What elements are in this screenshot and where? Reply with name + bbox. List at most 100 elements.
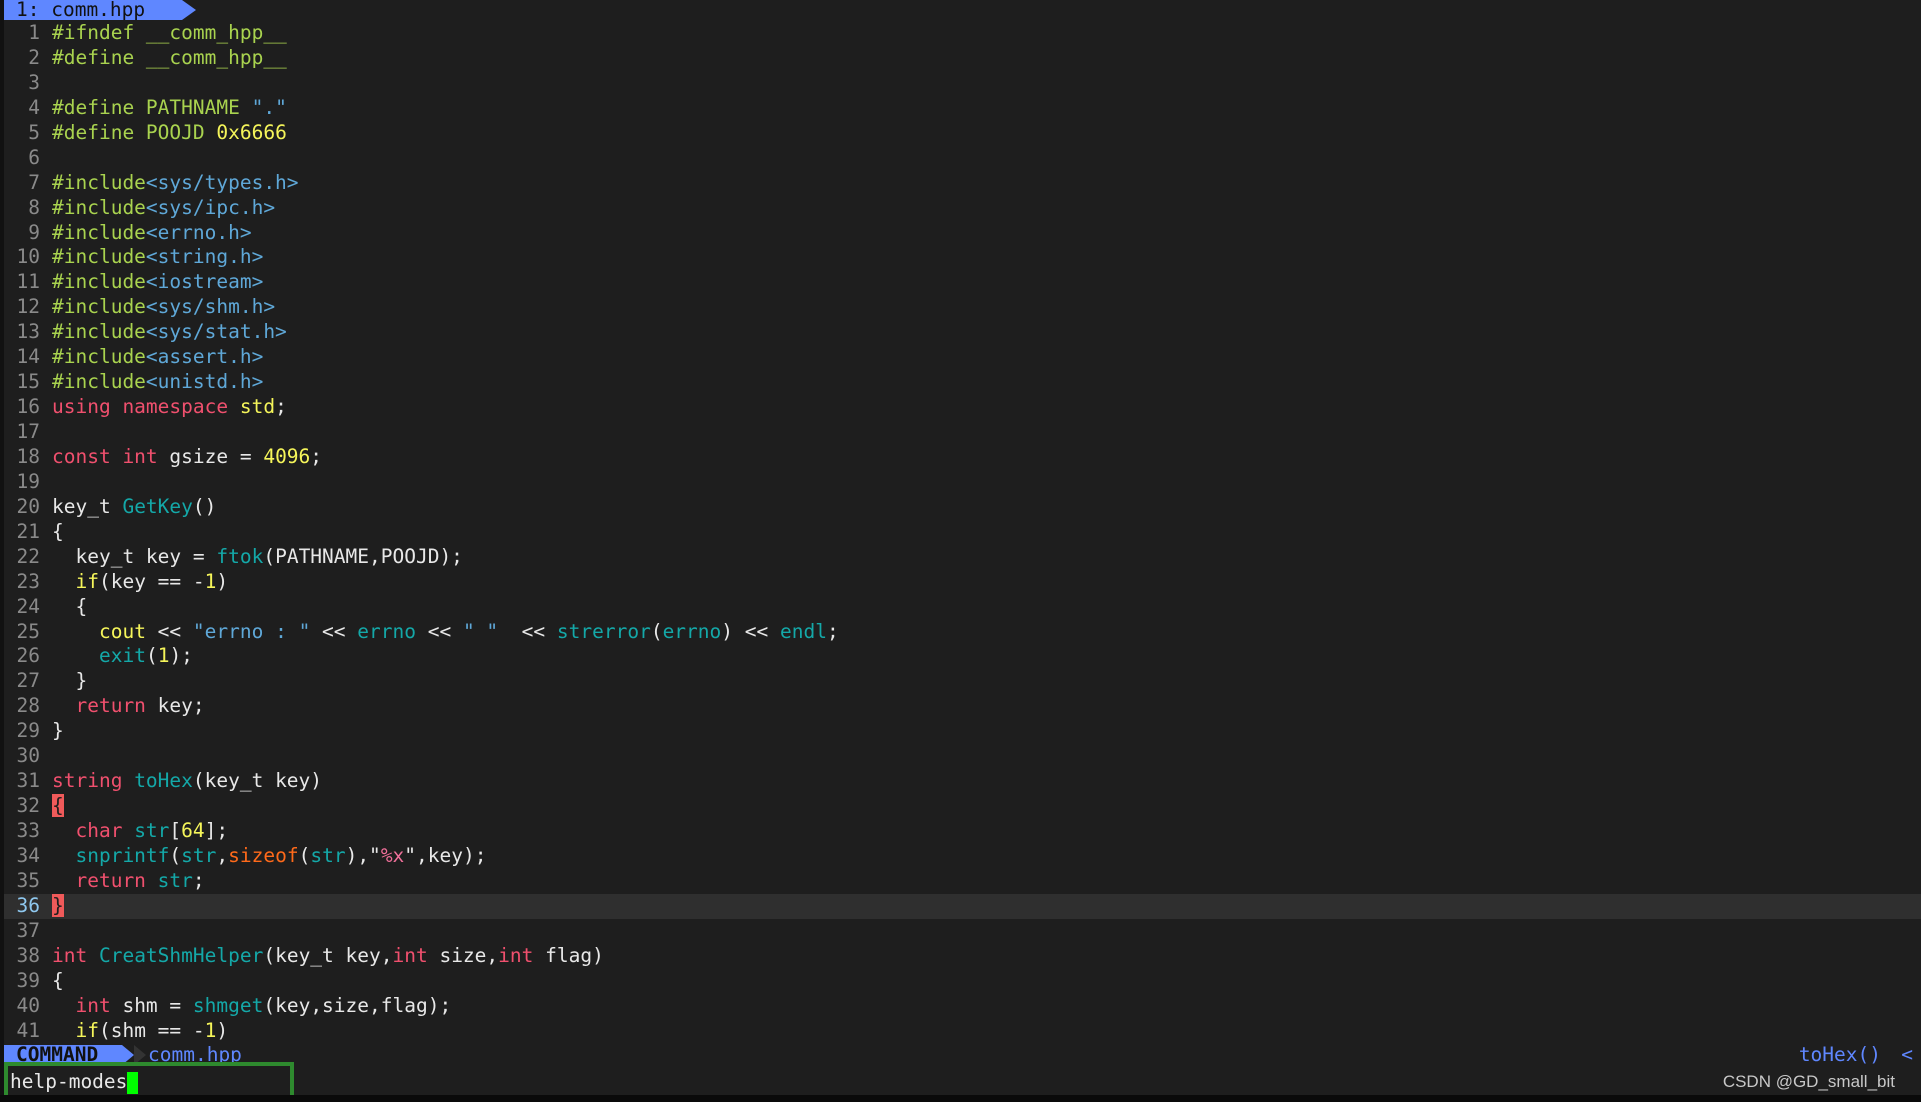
code-line[interactable]: 14 #include<assert.h> [4,345,1921,370]
code-token: { [52,968,64,992]
code-token: str [310,843,346,867]
code-token: int [52,943,99,967]
code-token: int [392,943,440,967]
code-line[interactable]: 31 string toHex(key_t key) [4,769,1921,794]
code-line[interactable]: 32 { [4,794,1921,819]
code-token: #include [52,345,146,369]
line-number: 27 [16,669,40,693]
code-line[interactable]: 17 [4,420,1921,445]
code-token: ; [275,395,287,419]
code-token: int [498,943,546,967]
command-text: help-modes [10,1070,128,1093]
code-line[interactable]: 18 const int gsize = 4096; [4,445,1921,470]
code-token: <iostream> [145,270,264,294]
code-line[interactable]: 37 [4,919,1921,944]
code-line[interactable]: 21 { [4,520,1921,545]
line-number: 17 [16,420,40,443]
code-line[interactable]: 3 [4,71,1921,96]
code-line[interactable]: 22 key_t key = ftok(PATHNAME,POOJD); [4,545,1921,570]
code-line[interactable]: 27 } [4,669,1921,694]
code-line[interactable]: 40 int shm = shmget(key,size,flag); [4,994,1921,1019]
code-token: (PATHNAME,POOJD); [263,544,463,568]
line-number: 15 [16,370,40,394]
code-line[interactable]: 33 char str[64]; [4,819,1921,844]
code-token: ; [826,619,839,643]
code-token: (key,size,flag); [263,993,452,1017]
code-line[interactable]: 39 { [4,969,1921,994]
code-line[interactable]: 7 #include<sys/types.h> [4,171,1921,196]
code-line[interactable]: 9 #include<errno.h> [4,221,1921,246]
code-line[interactable]: 34 snprintf(str,sizeof(str),"%x",key); [4,844,1921,869]
code-line[interactable]: 41 if(shm == -1) [4,1019,1921,1044]
code-line[interactable]: 5 #define POOJD 0x6666 [4,121,1921,146]
code-token: char [75,819,135,842]
line-number: 7 [28,170,40,194]
code-line[interactable]: 24 { [4,595,1921,620]
code-token: return [75,694,158,718]
line-number: 10 [16,245,40,269]
line-number: 23 [16,569,40,593]
line-number: 3 [28,70,40,94]
code-line[interactable]: 10 #include<string.h> [4,245,1921,270]
code-token: size, [439,943,499,967]
line-number: 40 [16,993,40,1017]
code-line[interactable]: 1 #ifndef __comm_hpp__ [4,21,1921,46]
code-token: using namespace [52,395,240,419]
line-number: 2 [28,45,40,69]
code-line[interactable]: 38 int CreatShmHelper(key_t key,int size,… [4,944,1921,969]
code-token: gsize = [169,444,264,468]
code-token: ) [216,1018,229,1042]
code-token: GetKey [122,494,193,518]
code-line[interactable]: 26 exit(1); [4,644,1921,669]
tab-comm-hpp[interactable]: 1: comm.hpp [4,0,182,20]
code-line[interactable]: 13 #include<sys/stat.h> [4,320,1921,345]
code-line[interactable]: 35 return str; [4,869,1921,894]
line-number: 33 [16,819,40,842]
code-token: ",key); [404,843,487,867]
code-line[interactable]: 15 #include<unistd.h> [4,370,1921,395]
code-line[interactable]: 25 cout << "errno : " << errno << " " <<… [4,620,1921,645]
code-line[interactable]: 11 #include<iostream> [4,270,1921,295]
code-line[interactable]: 2 #define __comm_hpp__ [4,46,1921,71]
code-token: str [134,819,170,842]
code-line[interactable]: 36} [4,893,1921,919]
code-token: <string.h> [145,245,264,269]
code-token: ( [650,619,663,643]
code-token: << [415,619,463,643]
line-number: 14 [16,345,40,369]
line-number: 12 [16,295,40,319]
code-line[interactable]: 30 [4,744,1921,769]
code-token: #include [52,245,146,269]
command-line-input[interactable]: help-modes [10,1070,139,1094]
code-token: 1 [204,1018,217,1042]
code-token: str [157,868,193,892]
code-line[interactable]: 29} [4,719,1921,744]
code-line[interactable]: 20 key_t GetKey() [4,495,1921,520]
code-line[interactable]: 6 [4,146,1921,171]
code-line[interactable]: 4 #define PATHNAME "." [4,96,1921,121]
line-number: 1 [28,21,40,44]
code-token: errno [357,619,416,643]
code-token: int [75,993,123,1017]
code-token: flag) [545,943,604,967]
watermark: CSDN @GD_small_bit [1722,1072,1895,1091]
code-line[interactable]: 8 #include<sys/ipc.h> [4,196,1921,221]
code-line[interactable]: 12 #include<sys/shm.h> [4,295,1921,320]
code-token: std [239,395,276,419]
line-number: 37 [16,918,40,942]
line-number: 4 [28,95,40,119]
code-token: , [216,843,229,867]
code-line[interactable]: 16 using namespace std; [4,395,1921,420]
code-line[interactable]: 23 if(key == -1) [4,570,1921,595]
line-number: 8 [28,195,40,219]
code-line[interactable]: 28 return key; [4,694,1921,719]
code-line[interactable]: 19 [4,470,1921,495]
code-token: <sys/types.h> [145,170,299,194]
code-editor[interactable]: 1 #ifndef __comm_hpp__ 2 #define __comm_hpp… [4,21,1921,1043]
code-token: snprintf [75,843,170,867]
code-token: " " [462,619,499,643]
code-token: { [52,794,64,818]
code-token: %x [380,843,405,867]
